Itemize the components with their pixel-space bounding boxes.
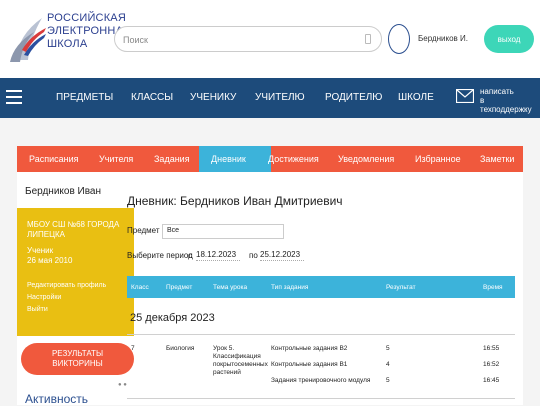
divider bbox=[127, 398, 515, 399]
profile-birthdate: 26 мая 2010 bbox=[27, 256, 73, 265]
nav-item-student[interactable]: УЧЕНИКУ bbox=[190, 92, 236, 103]
tab-achievements[interactable]: Достижения bbox=[268, 154, 319, 164]
task-time: 16:55 bbox=[483, 345, 500, 352]
logo-line: РОССИЙСКАЯ bbox=[47, 12, 126, 24]
column-header-task-type: Тип задания bbox=[271, 284, 309, 291]
tab-notifications[interactable]: Уведомления bbox=[338, 154, 394, 164]
table-header: Класс Предмет Тема урока Тип задания Рез… bbox=[127, 276, 515, 298]
logout-button[interactable]: выход bbox=[484, 25, 534, 53]
column-header-topic: Тема урока bbox=[213, 284, 248, 291]
task-type: Контрольные задания B2 bbox=[271, 345, 348, 352]
date-heading: 25 декабря 2023 bbox=[130, 312, 215, 324]
column-header-time: Время bbox=[483, 284, 503, 291]
main-nav: ПРЕДМЕТЫ КЛАССЫ УЧЕНИКУ УЧИТЕЛЮ РОДИТЕЛЮ… bbox=[0, 78, 540, 118]
content-panel: Расписания Учителя Задания Дневник Дости… bbox=[17, 146, 523, 406]
profile-role: Ученик bbox=[27, 246, 54, 255]
tab-diary[interactable]: Дневник bbox=[211, 154, 246, 164]
tab-notes[interactable]: Заметки bbox=[480, 154, 514, 164]
topic-line: покрытосеменных bbox=[213, 361, 268, 368]
topic-line: Классификация bbox=[213, 353, 261, 360]
quiz-line: РЕЗУЛЬТАТЫ bbox=[51, 349, 104, 358]
page-title: Дневник: Бердников Иван Дмитриевич bbox=[127, 194, 343, 208]
nav-item-teacher[interactable]: УЧИТЕЛЮ bbox=[255, 92, 305, 103]
school-line: ЛИПЕЦКА bbox=[27, 230, 65, 239]
subject-label: Предмет bbox=[127, 226, 160, 235]
top-header: РОССИЙСКАЯ ЭЛЕКТРОННАЯ ШКОЛА Бердников И… bbox=[0, 0, 540, 78]
date-from-input[interactable]: 18.12.2023 bbox=[196, 250, 240, 261]
search-input[interactable] bbox=[123, 31, 353, 48]
divider bbox=[127, 334, 515, 335]
menu-icon[interactable] bbox=[6, 90, 22, 104]
task-time: 16:52 bbox=[483, 361, 500, 368]
column-header-class: Класс bbox=[131, 284, 149, 291]
nav-item-parent[interactable]: РОДИТЕЛЮ bbox=[325, 92, 382, 103]
profile-card: МБОУ СШ №68 ГОРОДА ЛИПЕЦКА Ученик 26 мая… bbox=[17, 208, 134, 336]
column-header-result: Результат bbox=[386, 284, 416, 291]
quiz-line: ВИКТОРИНЫ bbox=[52, 359, 103, 368]
task-result: 5 bbox=[386, 345, 390, 352]
date-to-input[interactable]: 25.12.2023 bbox=[260, 250, 304, 261]
tab-favorites[interactable]: Избранное bbox=[415, 154, 461, 164]
topic-line: растений bbox=[213, 369, 241, 376]
rosh-logo-icon[interactable] bbox=[8, 10, 48, 68]
task-time: 16:45 bbox=[483, 377, 500, 384]
to-label: по bbox=[249, 251, 258, 260]
task-result: 5 bbox=[386, 377, 390, 384]
support-link[interactable]: написать в техподдержку bbox=[480, 87, 538, 114]
school-line: МБОУ СШ №68 ГОРОДА bbox=[27, 220, 120, 229]
support-line: в техподдержку bbox=[480, 96, 532, 114]
task-type: Контрольные задания B1 bbox=[271, 361, 348, 368]
nav-item-school[interactable]: ШКОЛЕ bbox=[398, 92, 434, 103]
mail-icon[interactable] bbox=[456, 89, 474, 103]
row-topic[interactable]: Урок 5. Классификация покрытосеменных ра… bbox=[213, 345, 268, 377]
row-class: 7 bbox=[131, 345, 135, 352]
tab-assignments[interactable]: Задания bbox=[154, 154, 190, 164]
subject-select[interactable]: Все bbox=[162, 224, 284, 239]
support-line: написать bbox=[480, 87, 514, 96]
profile-name: Бердников Иван bbox=[25, 186, 102, 197]
tab-teachers[interactable]: Учителя bbox=[99, 154, 133, 164]
avatar[interactable] bbox=[388, 24, 410, 54]
settings-link[interactable]: Настройки bbox=[27, 292, 106, 304]
period-label: Выберите период bbox=[127, 251, 193, 260]
search-icon[interactable] bbox=[365, 34, 371, 44]
nav-item-classes[interactable]: КЛАССЫ bbox=[131, 92, 173, 103]
search-box bbox=[114, 26, 382, 52]
topic-line: Урок 5. bbox=[213, 345, 235, 352]
column-header-subject: Предмет bbox=[166, 284, 193, 291]
quiz-results-button[interactable]: РЕЗУЛЬТАТЫ ВИКТОРИНЫ bbox=[21, 343, 134, 375]
school-name: МБОУ СШ №68 ГОРОДА ЛИПЕЦКА bbox=[27, 220, 127, 240]
activity-heading: Активность bbox=[25, 392, 89, 406]
sign-out-link[interactable]: Выйти bbox=[27, 304, 106, 316]
row-subject: Биология bbox=[166, 345, 195, 352]
carousel-dots[interactable]: ● ● bbox=[118, 382, 127, 388]
profile-links: Редактировать профиль Настройки Выйти bbox=[27, 280, 106, 316]
task-type: Задания тренировочного модуля bbox=[271, 377, 371, 384]
from-label: с bbox=[188, 251, 192, 260]
task-result: 4 bbox=[386, 361, 390, 368]
nav-item-subjects[interactable]: ПРЕДМЕТЫ bbox=[56, 92, 113, 103]
edit-profile-link[interactable]: Редактировать профиль bbox=[27, 280, 106, 292]
user-name[interactable]: Бердников И. bbox=[418, 34, 468, 43]
section-tabs: Расписания Учителя Задания Дневник Дости… bbox=[17, 146, 523, 172]
tab-schedules[interactable]: Расписания bbox=[29, 154, 79, 164]
